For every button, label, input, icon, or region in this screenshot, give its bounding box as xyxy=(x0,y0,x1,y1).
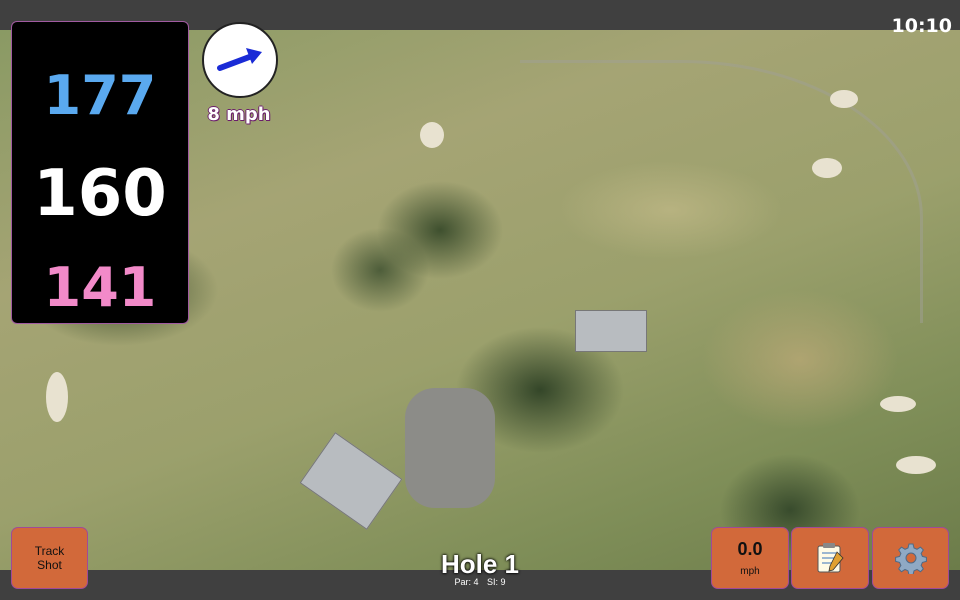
bunker xyxy=(830,90,858,108)
wind-speed: 8 mph xyxy=(207,104,271,125)
track-shot-button[interactable]: Track Shot xyxy=(12,528,87,588)
hole-meta: Par: 4 SI: 9 xyxy=(380,577,580,587)
track-shot-label-line1: Track xyxy=(34,544,65,558)
parking-lot xyxy=(405,388,495,508)
building xyxy=(575,310,647,352)
notes-button[interactable] xyxy=(792,528,868,588)
cart-path xyxy=(520,60,923,323)
distance-middle: 160 xyxy=(33,157,167,231)
distance-panel: 177 160 141 xyxy=(12,22,188,323)
settings-button[interactable] xyxy=(873,528,948,588)
speed-unit: mph xyxy=(740,566,760,577)
hole-stroke-index: SI: 9 xyxy=(487,577,506,587)
gear-icon xyxy=(894,543,927,574)
hole-par: Par: 4 xyxy=(454,577,479,587)
bunker xyxy=(880,396,916,412)
bunker xyxy=(420,122,444,148)
distance-back: 177 xyxy=(43,64,157,127)
wind-arrow-icon xyxy=(217,48,262,71)
distance-front: 141 xyxy=(43,256,157,319)
track-shot-label-line2: Shot xyxy=(37,558,62,572)
speed-value: 0.0 xyxy=(737,539,763,559)
clock: 10:10 xyxy=(891,15,952,37)
building xyxy=(299,432,403,530)
speed-button[interactable]: 0.0 mph xyxy=(712,528,788,588)
bunker xyxy=(896,456,936,474)
notepad-icon xyxy=(817,543,844,573)
bunker xyxy=(812,158,842,178)
wind-indicator xyxy=(202,22,278,98)
hole-title: Hole 1 xyxy=(440,549,520,579)
track-shot-label: Track Shot xyxy=(12,528,87,572)
bunker xyxy=(46,372,68,422)
